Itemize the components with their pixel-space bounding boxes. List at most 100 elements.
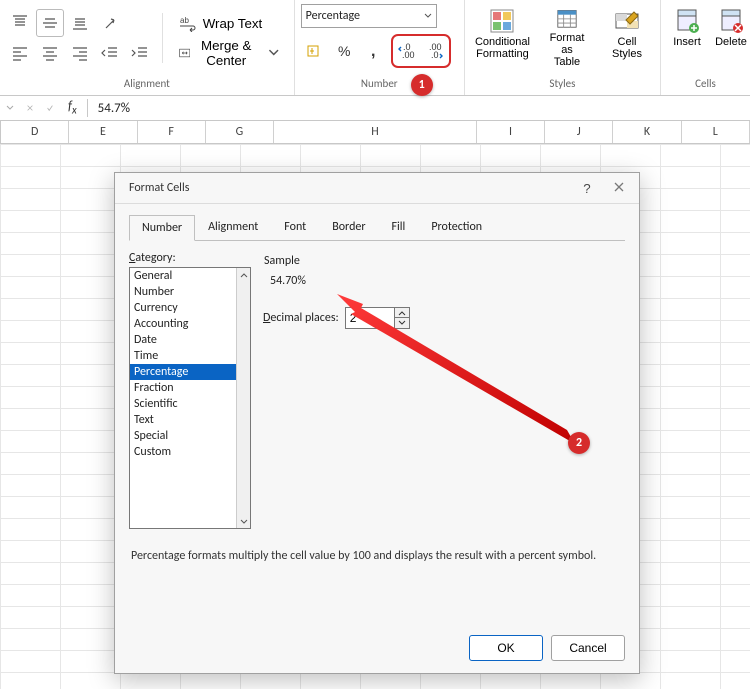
orientation-button[interactable] <box>96 9 124 37</box>
decrease-indent-button[interactable] <box>96 39 124 67</box>
dialog-tabs: NumberAlignmentFontBorderFillProtection <box>115 204 639 240</box>
tab-font[interactable]: Font <box>271 214 319 240</box>
cell-styles-label: Cell Styles <box>612 36 642 60</box>
category-item-date[interactable]: Date <box>130 332 237 348</box>
category-item-time[interactable]: Time <box>130 348 237 364</box>
align-top-button[interactable] <box>6 9 34 37</box>
increase-decimal-button[interactable]: .0.00 <box>394 37 420 65</box>
group-alignment: ab Wrap Text Merge & Center Alignment <box>0 0 295 95</box>
column-header-K[interactable]: K <box>613 121 681 143</box>
group-label-cells: Cells <box>691 77 720 90</box>
decimal-buttons-highlight: .0.00 .00.0 <box>391 34 451 68</box>
percent-style-button[interactable]: % <box>331 37 359 65</box>
number-format-value: Percentage <box>306 9 360 23</box>
ribbon: ab Wrap Text Merge & Center Alignment Pe… <box>0 0 750 96</box>
group-styles: Conditional Formatting Format as Table C… <box>465 0 661 95</box>
align-right-button[interactable] <box>66 39 94 67</box>
tab-fill[interactable]: Fill <box>379 214 419 240</box>
category-label: Category: <box>129 251 251 265</box>
column-header-J[interactable]: J <box>545 121 613 143</box>
fx-icon[interactable]: fx <box>60 99 85 117</box>
delete-label: Delete <box>715 36 747 48</box>
number-format-dropdown[interactable]: Percentage <box>301 4 437 28</box>
svg-text:%: % <box>338 43 350 59</box>
formula-bar-value[interactable]: 54.7% <box>90 101 130 116</box>
alignment-launcher-button[interactable] <box>278 81 290 93</box>
tab-alignment[interactable]: Alignment <box>195 214 271 240</box>
align-center-button[interactable] <box>36 39 64 67</box>
tab-protection[interactable]: Protection <box>418 214 495 240</box>
category-item-special[interactable]: Special <box>130 428 237 444</box>
group-label-alignment: Alignment <box>120 77 174 90</box>
cell-styles-button[interactable]: Cell Styles <box>600 4 654 72</box>
align-middle-button[interactable] <box>36 9 64 37</box>
dialog-close-button[interactable] <box>607 176 631 200</box>
category-item-percentage[interactable]: Percentage <box>130 364 237 380</box>
ok-button[interactable]: OK <box>469 635 543 661</box>
svg-text:.00: .00 <box>402 50 415 60</box>
group-number: Percentage % , .0.00 .00.0 Number 1 <box>295 0 465 95</box>
column-header-E[interactable]: E <box>69 121 137 143</box>
decrease-decimal-button[interactable]: .00.0 <box>422 37 448 65</box>
annotation-arrow <box>337 290 587 450</box>
svg-text:ab: ab <box>180 16 189 25</box>
category-item-fraction[interactable]: Fraction <box>130 380 237 396</box>
format-as-table-label: Format as Table <box>544 32 590 68</box>
format-description: Percentage formats multiply the cell val… <box>115 539 639 573</box>
sample-value: 54.70% <box>264 270 624 292</box>
conditional-formatting-label: Conditional Formatting <box>475 36 530 60</box>
group-cells: Insert Delete Cells <box>661 0 750 95</box>
number-launcher-button[interactable] <box>448 81 460 93</box>
group-label-styles: Styles <box>545 77 579 90</box>
formula-bar: fx 54.7% <box>0 96 750 121</box>
align-left-button[interactable] <box>6 39 34 67</box>
sample-label: Sample <box>264 254 624 268</box>
category-item-scientific[interactable]: Scientific <box>130 396 237 412</box>
insert-label: Insert <box>673 36 701 48</box>
svg-text:.0: .0 <box>403 42 411 52</box>
dialog-title: Format Cells <box>129 181 189 195</box>
listbox-scrollbar[interactable] <box>236 268 250 528</box>
category-item-accounting[interactable]: Accounting <box>130 316 237 332</box>
delete-button[interactable]: Delete <box>711 4 750 72</box>
svg-text:,: , <box>371 43 375 60</box>
dialog-help-button[interactable]: ? <box>575 176 599 200</box>
wrap-text-button[interactable]: ab Wrap Text <box>171 9 288 37</box>
cancel-formula-button[interactable] <box>20 98 40 118</box>
category-item-general[interactable]: General <box>130 268 237 284</box>
column-header-F[interactable]: F <box>138 121 206 143</box>
column-header-I[interactable]: I <box>477 121 545 143</box>
comma-style-button[interactable]: , <box>361 37 389 65</box>
align-bottom-button[interactable] <box>66 9 94 37</box>
column-header-L[interactable]: L <box>682 121 750 143</box>
category-listbox[interactable]: GeneralNumberCurrencyAccountingDateTimeP… <box>129 267 251 529</box>
group-label-number: Number <box>357 77 402 90</box>
wrap-text-label: Wrap Text <box>203 16 263 31</box>
format-as-table-button[interactable]: Format as Table <box>538 4 596 72</box>
merge-center-button[interactable]: Merge & Center <box>171 39 288 67</box>
accounting-format-button[interactable] <box>301 37 329 65</box>
category-item-custom[interactable]: Custom <box>130 444 237 460</box>
tab-border[interactable]: Border <box>319 214 378 240</box>
tab-number[interactable]: Number <box>129 215 195 241</box>
conditional-formatting-button[interactable]: Conditional Formatting <box>471 4 534 72</box>
annotation-badge-2: 2 <box>568 432 590 454</box>
column-headers: DEFGHIJKL <box>0 121 750 144</box>
column-header-H[interactable]: H <box>274 121 477 143</box>
annotation-badge-1: 1 <box>411 74 433 96</box>
category-item-currency[interactable]: Currency <box>130 300 237 316</box>
insert-button[interactable]: Insert <box>667 4 707 72</box>
category-item-number[interactable]: Number <box>130 284 237 300</box>
category-item-text[interactable]: Text <box>130 412 237 428</box>
svg-text:.00: .00 <box>429 42 442 52</box>
decimal-places-label: Decimal places: <box>263 311 339 325</box>
cancel-button[interactable]: Cancel <box>551 635 625 661</box>
namebox-dropdown-button[interactable] <box>0 98 20 118</box>
column-header-D[interactable]: D <box>1 121 69 143</box>
enter-formula-button[interactable] <box>40 98 60 118</box>
increase-indent-button[interactable] <box>126 39 154 67</box>
column-header-G[interactable]: G <box>206 121 274 143</box>
svg-text:.0: .0 <box>431 50 439 60</box>
dialog-titlebar[interactable]: Format Cells ? <box>115 173 639 204</box>
merge-center-label: Merge & Center <box>196 38 256 68</box>
